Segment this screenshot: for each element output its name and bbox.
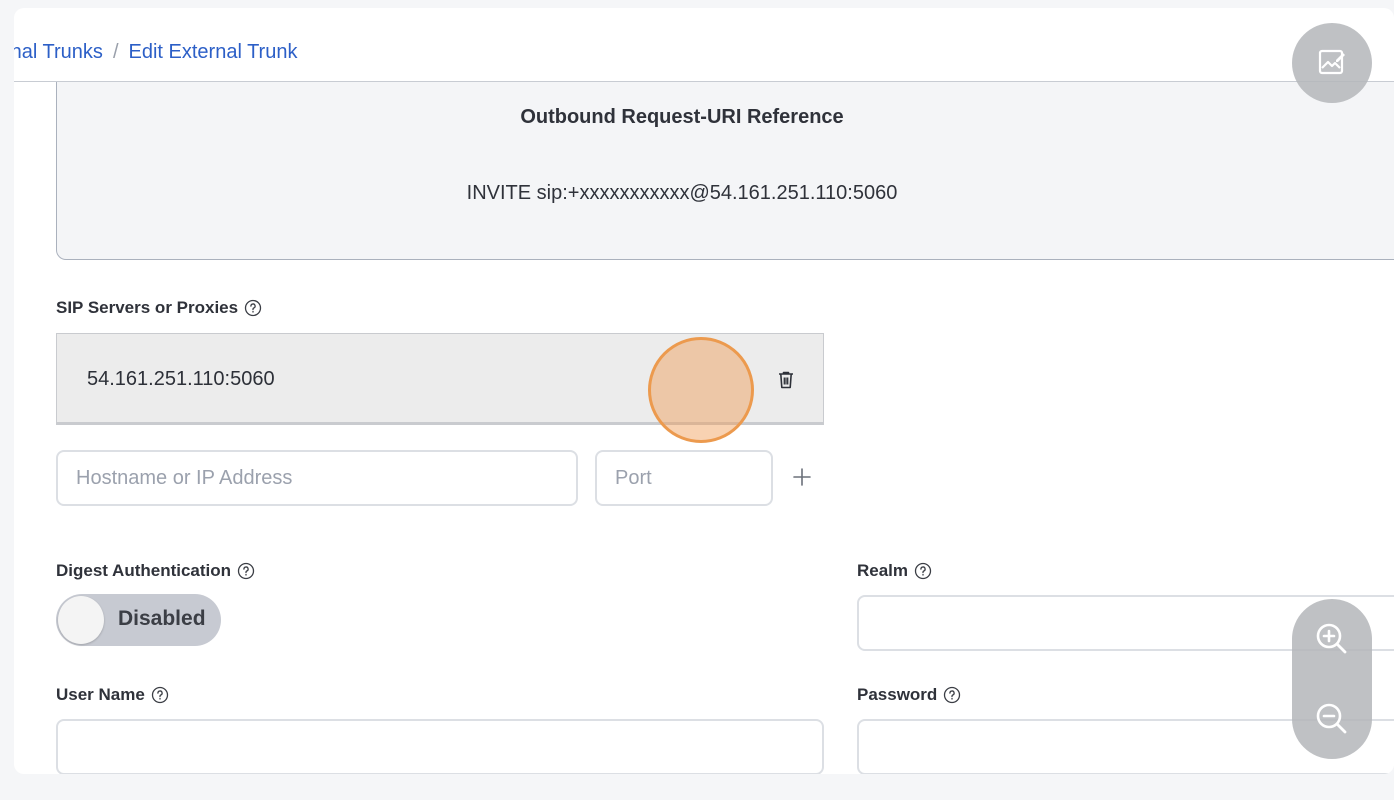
- plus-icon[interactable]: [790, 465, 814, 489]
- zoom-out-icon: [1316, 703, 1347, 734]
- realm-label-text: Realm: [857, 561, 909, 580]
- realm-label: Realm: [857, 561, 932, 581]
- help-circle-icon[interactable]: [914, 562, 932, 580]
- sip-servers-label: SIP Servers or Proxies: [56, 298, 262, 318]
- sip-server-address: 54.161.251.110:5060: [87, 368, 275, 390]
- toggle-knob: [58, 596, 104, 644]
- digest-auth-label-text: Digest Authentication: [56, 561, 232, 580]
- sip-servers-label-text: SIP Servers or Proxies: [56, 298, 239, 317]
- digest-auth-state: Disabled: [118, 607, 206, 630]
- username-input[interactable]: [56, 719, 824, 774]
- help-circle-icon[interactable]: [943, 686, 961, 704]
- zoom-out-button[interactable]: [1312, 699, 1352, 739]
- username-label: User Name: [56, 685, 169, 705]
- reference-title: Outbound Request-URI Reference: [520, 106, 844, 128]
- breadcrumb-separator: /: [112, 40, 119, 63]
- trash-icon[interactable]: [777, 370, 795, 390]
- port-input[interactable]: [595, 450, 773, 506]
- zoom-in-icon: [1316, 623, 1347, 654]
- image-edit-button[interactable]: [1292, 23, 1372, 103]
- reference-value: INVITE sip:+xxxxxxxxxxx@54.161.251.110:5…: [466, 182, 898, 204]
- request-uri-reference-panel: Outbound Request-URI Reference INVITE si…: [56, 82, 1394, 260]
- breadcrumb: rnal Trunks / Edit External Trunk: [14, 32, 297, 72]
- password-label-text: Password: [857, 685, 938, 704]
- digest-auth-label: Digest Authentication: [56, 561, 255, 581]
- click-indicator: [648, 337, 754, 443]
- help-circle-icon[interactable]: [151, 686, 169, 704]
- password-label: Password: [857, 685, 961, 705]
- zoom-controls: [1292, 599, 1372, 759]
- page-frame: rnal Trunks / Edit External Trunk Outbou…: [14, 8, 1394, 774]
- hostname-input[interactable]: [56, 450, 578, 506]
- username-label-text: User Name: [56, 685, 145, 704]
- breadcrumb-edit-external-trunk[interactable]: Edit External Trunk: [129, 41, 298, 64]
- image-edit-icon: [1318, 49, 1345, 75]
- help-circle-icon[interactable]: [244, 299, 262, 317]
- zoom-in-button[interactable]: [1312, 619, 1352, 659]
- breadcrumb-external-trunks[interactable]: rnal Trunks: [14, 41, 103, 64]
- digest-auth-toggle[interactable]: Disabled: [56, 594, 221, 646]
- help-circle-icon[interactable]: [237, 562, 255, 580]
